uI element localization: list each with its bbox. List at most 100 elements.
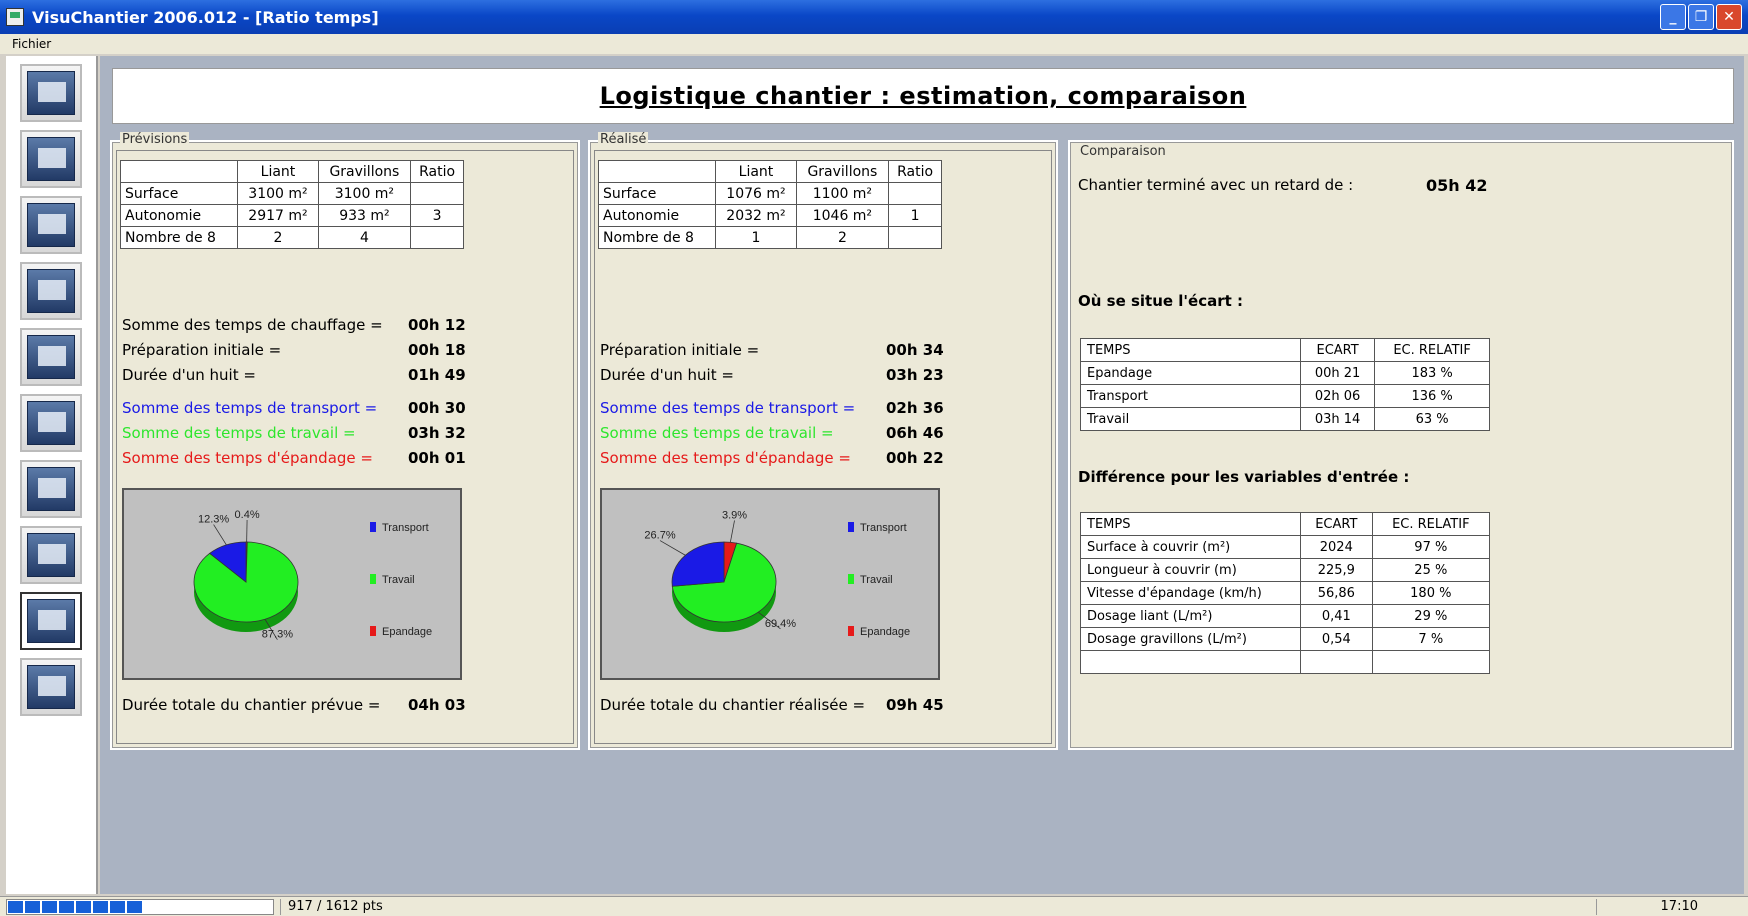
pie-leader-line [213,524,227,546]
table-cell: 03h 14 [1299,407,1376,431]
progress-segment [93,901,108,913]
table-cell: 3100 m² [317,182,412,205]
metric-travail-value: 03h 32 [408,424,466,442]
table-header: Gravillons [795,160,890,183]
previsions-table: Liant Gravillons Ratio Surface 3100 m² 3100 … [119,160,464,249]
table-cell: Travail [1080,407,1301,431]
minimize-button[interactable]: _ [1660,4,1686,30]
legend-label: Transport [382,522,429,534]
table-cell: 2032 m² [715,204,797,227]
menu-bar: Fichier [0,34,1748,54]
table-cell: 3100 m² [237,182,319,205]
legend-label: Travail [860,574,893,586]
import-button[interactable] [20,130,82,188]
pie-label: 87.3% [262,629,293,641]
total-realise-label: Durée totale du chantier réalisée = [600,696,866,714]
table-header: Ratio [888,160,942,183]
restore-button[interactable]: ❐ [1688,4,1714,30]
progress-bar [6,899,274,915]
pie-chart-realise: 3.9% 69.4% 26.7% Transport Travail Epandage [600,488,940,680]
total-previsions-label: Durée totale du chantier prévue = [122,696,381,714]
legend-swatch [848,522,854,532]
metric-travail: Somme des temps de travail = [122,424,356,442]
table-cell: 183 % [1374,361,1490,385]
table-cell: Autonomie [119,204,239,227]
table-cell: Dosage liant (L/m²) [1080,604,1301,628]
metric-huit-value: 03h 23 [886,366,944,384]
close-button[interactable]: ✕ [1716,4,1742,30]
table-header: TEMPS [1080,512,1301,536]
table-cell: 02h 06 [1299,384,1376,408]
metric-epandage-value: 00h 22 [886,449,944,467]
comparaison-legend: Comparaison [1078,144,1168,159]
table-cell: 3 [410,204,464,227]
progress-segment [59,901,74,913]
metric-travail: Somme des temps de travail = [600,424,834,442]
table-cell: 0,54 [1300,627,1373,651]
pie-label: 0.4% [235,509,260,521]
metric-huit-value: 01h 49 [408,366,466,384]
metric-epandage: Somme des temps d'épandage = [122,449,373,467]
previsions-panel: Prévisions Liant Gravillons Ratio Surface 3… [110,132,580,750]
retard-label: Chantier terminé avec un retard de : [1078,176,1354,194]
table-cell: 0,41 [1300,604,1373,628]
ratio-input[interactable] [410,226,464,249]
tools-button[interactable] [20,394,82,452]
folder-button[interactable] [20,196,82,254]
legend-label: Epandage [382,626,432,638]
table-cell: 2 [237,226,319,249]
save-button[interactable] [20,262,82,320]
pie-label: 3.9% [722,509,747,521]
realise-legend: Réalisé [598,132,649,147]
pie-label: 69.4% [765,618,796,630]
table-cell: 136 % [1374,384,1490,408]
pie-leader-line [659,540,686,556]
clock: 17:10 [1660,899,1698,914]
table-header: EC. RELATIF [1374,338,1490,362]
ratio-chart-button[interactable] [20,592,82,650]
legend-label: Travail [382,574,415,586]
table-cell: Vitesse d'épandage (km/h) [1080,581,1301,605]
table-cell: 1076 m² [715,182,797,205]
legend-swatch [370,522,376,532]
retard-value: 05h 42 [1426,176,1488,195]
realise-panel: Réalisé Liant Gravillons Ratio Surface 1076… [588,132,1058,750]
table-cell [410,182,464,205]
legend-label: Epandage [860,626,910,638]
home-button[interactable] [20,64,82,122]
save-icon [27,269,75,313]
table-cell: 63 % [1374,407,1490,431]
import-icon [27,137,75,181]
metric-prep-value: 00h 34 [886,341,944,359]
progress-segment [42,901,57,913]
metric-transport-value: 00h 30 [408,399,466,417]
table-cell: 29 % [1371,604,1491,628]
main-area: Logistique chantier : estimation, compar… [100,56,1744,894]
table-cell: Surface [597,182,717,205]
team-button[interactable] [20,460,82,518]
pie-label: 26.7% [644,530,675,542]
table-cell: 1 [715,226,797,249]
table-cell: 56,86 [1300,581,1373,605]
table-header: Liant [237,160,319,183]
comparaison-panel: Comparaison Chantier terminé avec un ret… [1068,140,1734,750]
team-icon [27,467,75,511]
metric-huit: Durée d'un huit = [600,366,734,384]
stats-button[interactable] [20,658,82,716]
table-cell: 1046 m² [795,204,890,227]
table-cell: 97 % [1371,535,1491,559]
points-count: 917 / 1612 pts [288,899,383,914]
page-title: Logistique chantier : estimation, compar… [599,82,1247,110]
app-icon [6,8,24,26]
table-header: Gravillons [317,160,412,183]
previsions-legend: Prévisions [120,132,190,147]
home-icon [27,71,75,115]
menu-file[interactable]: Fichier [12,37,51,51]
total-previsions-value: 04h 03 [408,696,466,714]
metric-transport: Somme des temps de transport = [600,399,856,417]
legend-label: Transport [860,522,907,534]
table-cell: 1 [888,204,942,227]
site-button[interactable] [20,526,82,584]
table-header: ECART [1300,512,1373,536]
print-button[interactable] [20,328,82,386]
